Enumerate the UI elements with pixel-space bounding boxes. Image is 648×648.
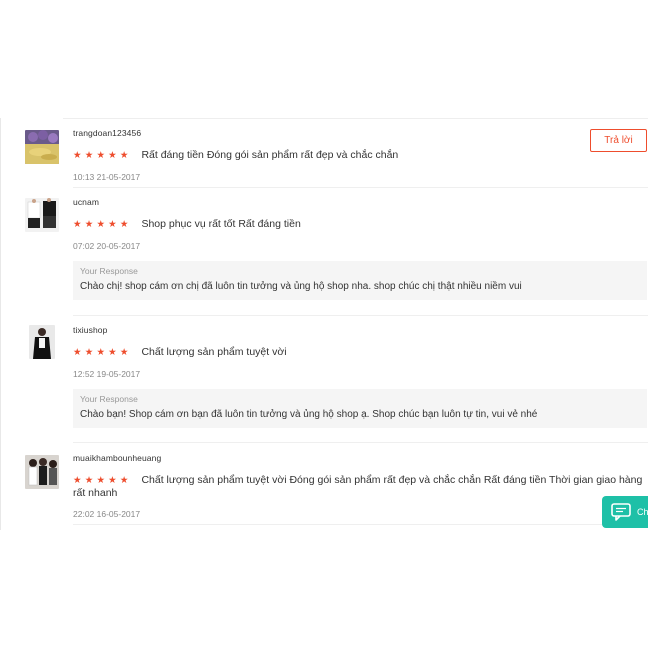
avatar[interactable] [25,455,59,489]
avatar[interactable] [25,130,59,164]
star-icon: ★ [96,347,109,358]
chat-label: Ch [637,507,648,517]
divider [73,442,648,443]
shop-response: Your Response Chào bạn! Shop cám ơn bạn … [73,389,647,428]
star-icon: ★ [73,347,85,358]
review-comment: Shop phục vụ rất tốt Rất đáng tiền [141,218,301,230]
star-icon: ★ [119,219,132,230]
review-comment-line: ★★★★★ Chất lượng sản phẩm tuyệt vời [73,346,648,359]
star-icon: ★ [96,150,109,161]
divider [73,187,648,188]
review-comment: Rất đáng tiền Đóng gói sản phẩm rất đẹp … [141,149,399,161]
review-timestamp: 10:13 21-05-2017 [73,172,141,182]
avatar[interactable] [25,198,59,232]
username[interactable]: ucnam [73,197,648,207]
star-icon: ★ [73,219,85,230]
chat-button[interactable]: Ch [602,496,648,528]
flower-photo-icon [25,130,59,164]
star-icon: ★ [96,475,109,486]
star-rating: ★★★★★ [73,475,137,486]
star-icon: ★ [108,219,120,230]
review-comment: Chất lượng sản phẩm tuyệt vời [141,346,287,358]
star-icon: ★ [119,475,132,486]
reviews-panel: trangdoan123456 ★★★★★ Rất đáng tiền Đóng… [0,118,648,530]
username[interactable]: tixiushop [73,325,648,335]
response-text: Chào chị! shop cám ơn chị đã luôn tin tư… [80,281,522,292]
star-rating: ★★★★★ [73,347,137,358]
star-icon: ★ [84,475,97,486]
chat-bubble-icon [611,503,631,521]
star-icon: ★ [73,150,85,161]
shop-response: Your Response Chào chị! shop cám ơn chị … [73,261,647,300]
group-photo-icon [25,455,59,489]
response-label: Your Response [80,266,138,276]
star-icon: ★ [84,347,97,358]
avatar[interactable] [29,325,55,359]
star-rating: ★★★★★ [73,219,137,230]
response-text: Chào bạn! Shop cám ơn bạn đã luôn tin tư… [80,409,538,420]
star-icon: ★ [119,150,132,161]
star-icon: ★ [84,150,97,161]
star-rating: ★★★★★ [73,150,137,161]
username[interactable]: trangdoan123456 [73,128,648,138]
star-icon: ★ [108,475,120,486]
star-icon: ★ [108,150,120,161]
person-photo-icon [29,325,55,359]
review-timestamp: 12:52 19-05-2017 [73,369,141,379]
review-comment: Chất lượng sản phẩm tuyệt vời Đóng gói s… [73,474,643,499]
reply-button[interactable]: Trả lời [590,129,647,152]
star-icon: ★ [108,347,120,358]
clothing-photo-icon [25,198,59,232]
review-comment-line: ★★★★★ Rất đáng tiền Đóng gói sản phẩm rấ… [73,149,648,162]
star-icon: ★ [119,347,132,358]
star-icon: ★ [84,219,97,230]
review-timestamp: 07:02 20-05-2017 [73,241,141,251]
review-comment-line: ★★★★★ Shop phục vụ rất tốt Rất đáng tiền [73,218,648,231]
divider [73,524,648,525]
star-icon: ★ [73,475,85,486]
review-comment-line: ★★★★★ Chất lượng sản phẩm tuyệt vời Đóng… [73,474,645,499]
star-icon: ★ [96,219,109,230]
username[interactable]: muaikhambounheuang [73,453,648,463]
review-timestamp: 22:02 16-05-2017 [73,509,141,519]
top-divider [63,118,648,119]
divider [73,315,648,316]
response-label: Your Response [80,394,138,404]
